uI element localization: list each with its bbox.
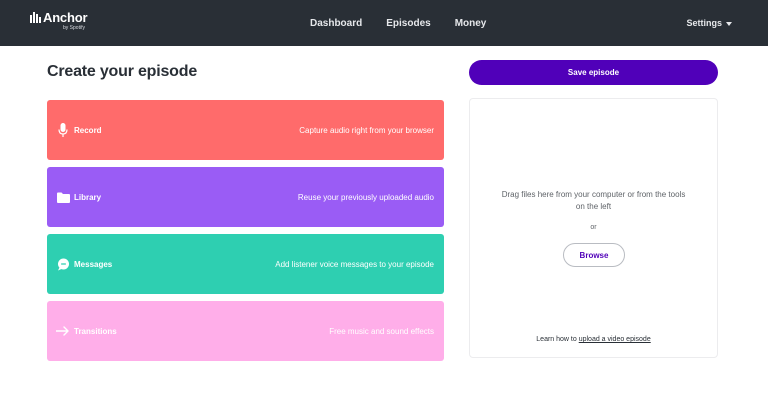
main-nav: Dashboard Episodes Money (300, 0, 486, 46)
folder-icon (56, 190, 70, 204)
save-episode-button[interactable]: Save episode (469, 60, 718, 85)
upload-video-link[interactable]: upload a video episode (579, 336, 651, 343)
learn-prefix: Learn how to (536, 336, 579, 343)
browse-button[interactable]: Browse (563, 243, 625, 267)
tool-transitions-description: Free music and sound effects (329, 326, 434, 336)
tool-library-description: Reuse your previously uploaded audio (297, 192, 434, 202)
tool-messages-label: Messages (74, 259, 113, 269)
episode-tools-list: Record Capture audio right from your bro… (47, 100, 444, 368)
nav-episodes[interactable]: Episodes (376, 18, 430, 29)
anchor-logo-icon (30, 12, 41, 23)
tool-record[interactable]: Record Capture audio right from your bro… (47, 100, 444, 160)
tool-transitions[interactable]: Transitions Free music and sound effects (47, 301, 444, 361)
learn-video-upload: Learn how to upload a video episode (470, 336, 717, 343)
settings-menu[interactable]: Settings (686, 0, 732, 46)
tool-messages-description: Add listener voice messages to your epis… (275, 259, 434, 269)
tool-record-label: Record (74, 125, 102, 135)
file-drop-zone[interactable]: Drag files here from your computer or fr… (469, 98, 718, 358)
tool-library[interactable]: Library Reuse your previously uploaded a… (47, 167, 444, 227)
message-bubble-icon (56, 257, 70, 271)
arrow-right-icon (56, 324, 70, 338)
tool-library-label: Library (74, 192, 102, 202)
nav-dashboard[interactable]: Dashboard (300, 18, 362, 29)
page-title: Create your episode (47, 63, 198, 80)
top-navigation-bar: Anchor by Spotify Dashboard Episodes Mon… (0, 0, 768, 46)
microphone-icon (56, 123, 70, 137)
tool-record-description: Capture audio right from your browser (299, 125, 434, 135)
logo-subtext: by Spotify (63, 25, 85, 31)
settings-label: Settings (686, 18, 722, 28)
tool-transitions-label: Transitions (74, 326, 117, 336)
logo-text: Anchor (43, 10, 88, 25)
chevron-down-icon (726, 21, 732, 26)
nav-money[interactable]: Money (445, 18, 487, 29)
tool-messages[interactable]: Messages Add listener voice messages to … (47, 234, 444, 294)
drop-instructions: Drag files here from your computer or fr… (501, 190, 686, 211)
drop-or-separator: or (590, 224, 597, 231)
anchor-logo[interactable]: Anchor by Spotify (30, 9, 100, 35)
